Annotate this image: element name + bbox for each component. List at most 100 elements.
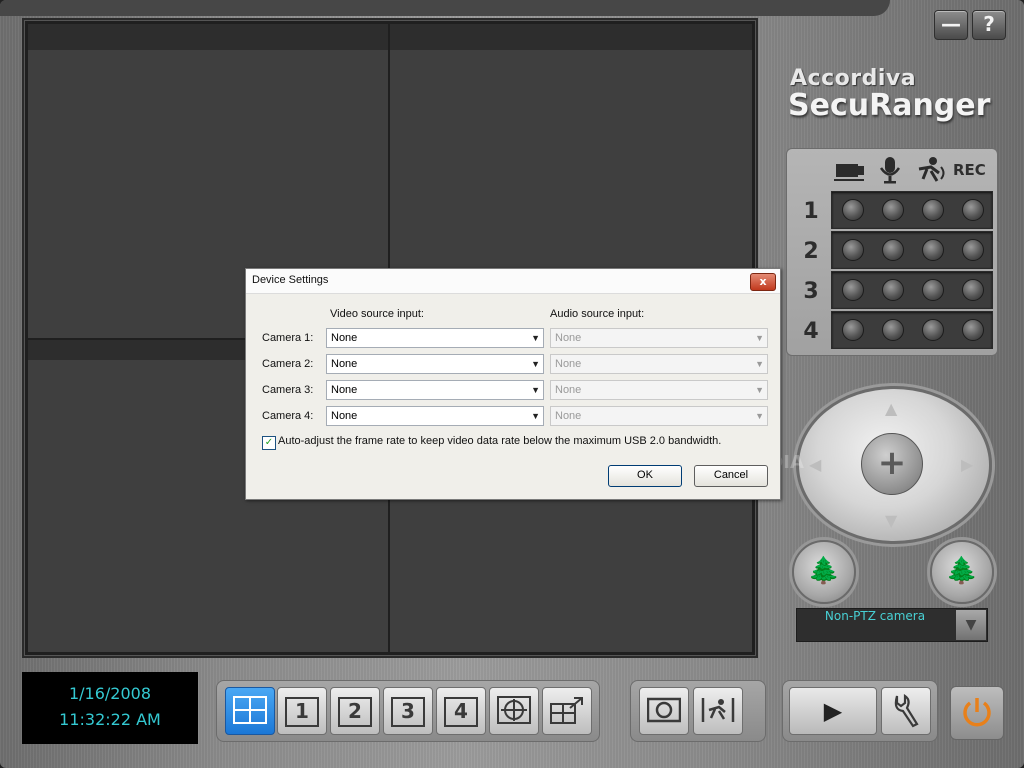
ptz-center-button[interactable]: + (861, 433, 923, 495)
minimize-button[interactable]: — (934, 10, 968, 40)
expand-view-icon (550, 697, 583, 724)
auto-cycle-button[interactable] (489, 687, 539, 735)
checkmark-icon: ✓ (264, 437, 274, 448)
rec-indicator-led (962, 239, 984, 261)
zoom-in-button[interactable]: 🌲 (792, 540, 856, 604)
auto-adjust-checkbox[interactable]: ✓ (262, 436, 276, 450)
channel-number-4: 4 (803, 319, 819, 344)
close-icon: x (759, 275, 767, 288)
single-tree-icon: 🌲 (807, 556, 841, 586)
camera-type-select[interactable]: Non-PTZ camera ▼ (796, 608, 988, 642)
channel-row-3 (831, 271, 993, 309)
audio-indicator-led (882, 199, 904, 221)
camera-2-video-select[interactable]: None ▼ (326, 354, 544, 374)
pan-right-icon[interactable]: ▶ (961, 455, 973, 474)
rec-indicator-led (962, 199, 984, 221)
snapshot-button[interactable] (639, 687, 689, 735)
wrench-icon (894, 693, 919, 728)
camera-1-audio-select: None ▼ (550, 328, 768, 348)
motion-detect-button[interactable] (693, 687, 743, 735)
minimize-icon: — (941, 12, 961, 36)
camera-4-video-select[interactable]: None ▼ (326, 406, 544, 426)
close-button[interactable]: x (750, 273, 776, 291)
play-icon: ▶ (823, 697, 843, 725)
view-3-label: 3 (391, 696, 425, 727)
chevron-down-icon: ▼ (755, 411, 764, 421)
securanger-main-window: — ? Accordiva SecuRanger REC 1 2 3 4 ▲ ▼… (0, 0, 1024, 768)
channel-row-4 (831, 311, 993, 349)
video-indicator-led (842, 239, 864, 261)
video-cell-header (390, 24, 752, 50)
channel-number-2: 2 (803, 239, 819, 264)
camera-2-audio-select: None ▼ (550, 354, 768, 374)
chevron-down-icon: ▼ (531, 359, 540, 369)
rec-indicator-led (962, 319, 984, 341)
rec-indicator-led (962, 279, 984, 301)
video-indicator-led (842, 319, 864, 341)
help-icon: ? (983, 12, 995, 36)
channel-row-1 (831, 191, 993, 229)
power-icon (963, 698, 991, 727)
view-2-label: 2 (338, 696, 372, 727)
dialog-body: Video source input: Audio source input: … (246, 294, 780, 499)
play-button[interactable]: ▶ (789, 687, 877, 735)
camera-2-label: Camera 2: (262, 358, 314, 370)
view-layout-toolbar: 1 2 3 4 (216, 680, 600, 742)
pan-down-icon[interactable]: ▼ (885, 511, 897, 530)
grid-icon (233, 696, 267, 724)
microphone-icon (873, 155, 907, 184)
quad-view-button[interactable] (225, 687, 275, 735)
channel-number-3: 3 (803, 279, 819, 304)
channel-row-2 (831, 231, 993, 269)
camera-4-label: Camera 4: (262, 410, 314, 422)
fullscreen-button[interactable] (542, 687, 592, 735)
motion-indicator-led (922, 239, 944, 261)
playback-toolbar: ▶ (782, 680, 938, 742)
chevron-down-icon: ▼ (531, 411, 540, 421)
multi-tree-icon: 🌲 (945, 556, 979, 586)
dialog-titlebar[interactable]: Device Settings x (246, 269, 780, 294)
snapshot-icon (646, 697, 682, 723)
power-button[interactable] (950, 686, 1004, 740)
channel-status-panel: REC 1 2 3 4 (786, 148, 998, 356)
chevron-down-icon[interactable]: ▼ (956, 610, 986, 640)
motion-indicator-led (922, 199, 944, 221)
motion-indicator-led (922, 319, 944, 341)
audio-indicator-led (882, 319, 904, 341)
settings-button[interactable] (881, 687, 931, 735)
single-view-2-button[interactable]: 2 (330, 687, 380, 735)
video-source-header: Video source input: (330, 308, 424, 320)
ptz-direction-pad[interactable]: ▲ ▼ ◀ ▶ + (796, 386, 992, 544)
video-camera-icon (833, 155, 867, 183)
single-view-1-button[interactable]: 1 (277, 687, 327, 735)
clock-display: 1/16/2008 11:32:22 AM (22, 672, 198, 744)
device-settings-dialog: Device Settings x Video source input: Au… (245, 268, 781, 500)
capture-toolbar (630, 680, 766, 742)
zoom-out-button[interactable]: 🌲 (930, 540, 994, 604)
chevron-down-icon: ▼ (755, 333, 764, 343)
time-text: 11:32:22 AM (59, 710, 161, 729)
camera-3-label: Camera 3: (262, 384, 314, 396)
help-button[interactable]: ? (972, 10, 1006, 40)
camera-1-video-select[interactable]: None ▼ (326, 328, 544, 348)
chevron-down-icon: ▼ (531, 333, 540, 343)
video-cell-header (28, 24, 388, 50)
rec-column-label: REC (953, 161, 986, 179)
single-view-4-button[interactable]: 4 (436, 687, 486, 735)
camera-1-label: Camera 1: (262, 332, 314, 344)
camera-4-audio-select: None ▼ (550, 406, 768, 426)
motion-indicator-led (922, 279, 944, 301)
video-indicator-led (842, 199, 864, 221)
view-1-label: 1 (285, 696, 319, 727)
cancel-button[interactable]: Cancel (694, 465, 768, 487)
date-text: 1/16/2008 (68, 684, 152, 703)
ok-button[interactable]: OK (608, 465, 682, 487)
top-frame-edge (0, 0, 890, 16)
channel-number-1: 1 (803, 199, 819, 224)
brand-line2: SecuRanger (788, 88, 991, 123)
camera-3-video-select[interactable]: None ▼ (326, 380, 544, 400)
auto-adjust-label: Auto-adjust the frame rate to keep video… (278, 435, 722, 447)
single-view-3-button[interactable]: 3 (383, 687, 433, 735)
pan-up-icon[interactable]: ▲ (885, 399, 897, 418)
pan-left-icon[interactable]: ◀ (809, 455, 821, 474)
